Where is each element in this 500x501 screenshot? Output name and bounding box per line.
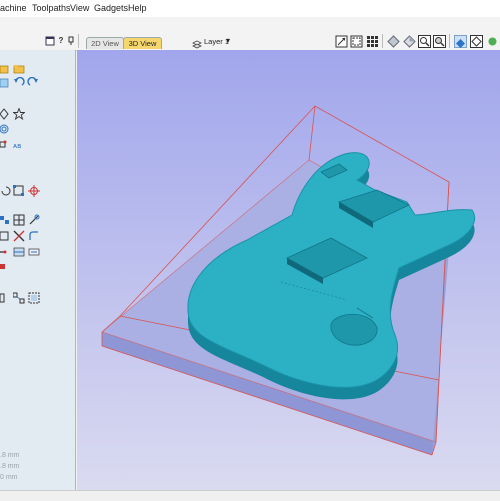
array-copy-icon[interactable] (0, 213, 12, 225)
top-view-icon[interactable] (403, 35, 416, 48)
zoom-extents-icon[interactable] (335, 35, 348, 48)
status-bar (0, 490, 500, 501)
pin-icon[interactable] (66, 36, 76, 46)
svg-text:ᴀʙ: ᴀʙ (13, 142, 21, 150)
trim-icon[interactable] (13, 229, 25, 242)
vector-texture-icon[interactable] (13, 245, 25, 257)
fillet-icon[interactable] (28, 229, 40, 241)
folder-icon[interactable] (13, 62, 25, 74)
offset-icon[interactable] (0, 229, 12, 241)
toolbar-divider (449, 34, 450, 48)
image-import-icon[interactable] (0, 76, 12, 88)
undo-icon[interactable] (13, 76, 25, 88)
measurement-z: 0 mm (0, 474, 18, 481)
tab-3d-view[interactable]: 3D View (123, 37, 162, 49)
join-icon[interactable] (0, 245, 12, 257)
menu-machine[interactable]: achine (0, 3, 27, 13)
zoom-box-icon[interactable] (350, 35, 363, 48)
spiral-icon[interactable] (0, 122, 12, 134)
zoom-in-icon[interactable] (418, 35, 431, 48)
node-edit-icon[interactable] (0, 138, 12, 150)
polygon-icon[interactable] (0, 107, 12, 120)
iso-view-icon[interactable] (387, 35, 400, 48)
render-wire-icon[interactable] (470, 35, 483, 48)
menu-bar: achine Toolpaths View Gadgets Help (0, 0, 500, 18)
3d-scene[interactable] (77, 50, 500, 490)
scale-icon[interactable] (13, 184, 25, 196)
help-icon[interactable]: ? (56, 36, 66, 46)
grid-icon[interactable] (366, 35, 379, 48)
measure-tool-icon[interactable] (28, 213, 40, 225)
redo-icon[interactable] (27, 76, 39, 88)
toolpath-icon[interactable] (486, 35, 499, 48)
open-file-icon[interactable] (0, 62, 12, 74)
align-icon[interactable] (0, 291, 12, 303)
menu-gadgets[interactable]: Gadgets (94, 3, 128, 13)
group-icon[interactable] (28, 291, 40, 304)
distribute-icon[interactable] (12, 291, 25, 304)
menu-toolpaths[interactable]: Toolpaths (32, 3, 71, 13)
render-shaded-icon[interactable] (454, 35, 467, 48)
grid-array-icon[interactable] (13, 213, 25, 226)
toolbar-divider (382, 34, 383, 48)
tab-2d-view[interactable]: 2D View (86, 37, 124, 49)
text-tool-icon[interactable]: ᴀʙ (13, 138, 25, 150)
rotate-icon[interactable] (0, 184, 12, 196)
snap-point-icon[interactable] (28, 184, 40, 197)
boolean-icon[interactable] (0, 261, 12, 273)
dimension-icon[interactable] (28, 245, 40, 257)
menu-help[interactable]: Help (128, 3, 147, 13)
window-icon[interactable] (45, 36, 55, 46)
layer-icon (192, 37, 202, 49)
measurement-y: .8 mm (0, 463, 20, 470)
toolbar-divider (78, 34, 79, 48)
3d-viewport[interactable] (77, 50, 500, 490)
menu-view[interactable]: View (70, 3, 89, 13)
measurement-x: .8 mm (0, 452, 20, 459)
zoom-out-icon[interactable] (433, 35, 446, 48)
chevron-down-icon[interactable]: ▾ (226, 36, 230, 45)
star-icon[interactable] (12, 107, 26, 121)
